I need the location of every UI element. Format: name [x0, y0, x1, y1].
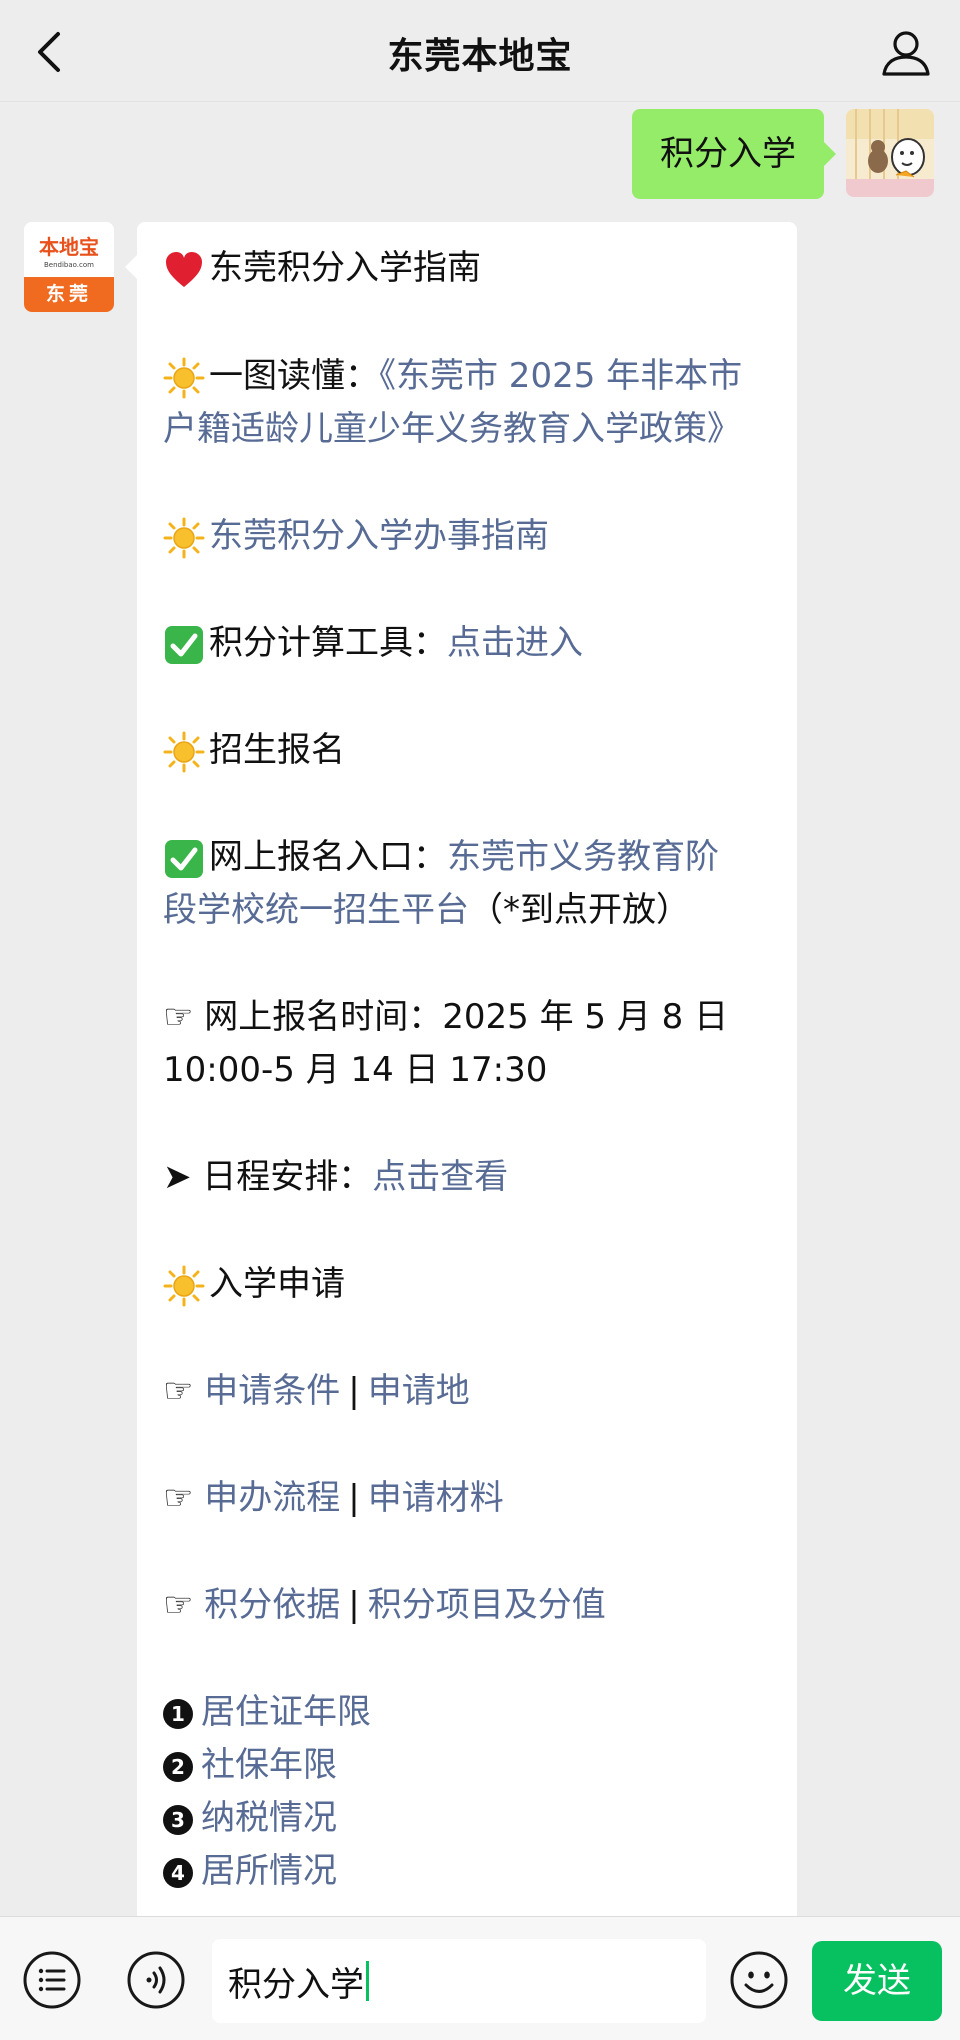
check-mark-icon [165, 625, 203, 664]
application-heading-line: 入学申请 [163, 1258, 345, 1311]
materials-link[interactable]: 申请材料 [368, 1478, 504, 1518]
heart-icon [166, 251, 202, 287]
number-badge: 4 [163, 1857, 193, 1888]
pointer-icon: ☞ [163, 1371, 205, 1411]
bot-avatar-city: 东莞 [24, 277, 114, 312]
emoji-icon[interactable] [729, 1950, 789, 2010]
pointer-icon: ☞ [163, 1585, 205, 1625]
enrollment-heading: 招生报名 [209, 730, 345, 770]
conditions-link[interactable]: 申请条件 [204, 1371, 340, 1411]
application-heading: 入学申请 [209, 1264, 345, 1304]
bot-avatar-domain: Bendibao.com [43, 261, 94, 269]
check-mark-icon [165, 839, 203, 878]
guide-line: 东莞积分入学办事指南 [163, 510, 549, 563]
number-badge: 3 [163, 1804, 193, 1835]
guide-link[interactable]: 东莞积分入学办事指南 [209, 516, 549, 556]
policy-link[interactable]: 《东莞市 2025 年非本市 [379, 356, 742, 396]
policy-prefix: 一图读懂： [209, 356, 379, 396]
points-items-link[interactable]: 积分项目及分值 [368, 1585, 606, 1625]
social-security-link[interactable]: 社保年限 [201, 1745, 337, 1785]
bot-avatar-logo: 本地宝 [39, 235, 99, 259]
residence-permit-link[interactable]: 居住证年限 [201, 1692, 371, 1732]
numbered-item-3: 3 纳税情况 [163, 1792, 337, 1845]
registration-time-line-2: 10:00-5 月 14 日 17:30 [163, 1050, 548, 1090]
separator: | [348, 1371, 360, 1411]
calculator-link[interactable]: 点击进入 [447, 623, 583, 663]
number-badge: 1 [163, 1698, 193, 1729]
incoming-message-bubble: 东莞积分入学指南 一图读懂：《东莞市 2025 年非本市 户籍适龄儿童少年义务教… [125, 222, 797, 1922]
chat-title: 东莞本地宝 [387, 36, 573, 77]
sun-icon [163, 357, 205, 398]
separator: | [348, 1585, 360, 1625]
voice-icon[interactable] [126, 1950, 186, 2010]
online-entry-note: （*到点开放） [469, 890, 690, 930]
policy-line-1: 一图读懂：《东莞市 2025 年非本市 [163, 350, 742, 403]
number-badge: 2 [163, 1751, 193, 1782]
message-heading-line: 东莞积分入学指南 [163, 242, 481, 295]
chat-header: 东莞本地宝 [0, 0, 960, 102]
text-caret [366, 1961, 369, 2001]
points-basis-link[interactable]: 积分依据 [204, 1585, 340, 1625]
application-place-link[interactable]: 申请地 [368, 1371, 470, 1411]
policy-link-continued[interactable]: 户籍适龄儿童少年义务教育入学政策》 [163, 409, 741, 449]
schedule-link[interactable]: 点击查看 [372, 1157, 508, 1197]
cartoon-avatar-icon [846, 109, 934, 197]
profile-icon[interactable] [878, 24, 934, 80]
schedule-line: ➤ 日程安排：点击查看 [163, 1151, 508, 1204]
policy-line-2: 户籍适龄儿童少年义务教育入学政策》 [163, 403, 741, 456]
send-button[interactable]: 发送 [812, 1941, 942, 2021]
bot-avatar-logo-area: 本地宝 Bendibao.com [24, 222, 114, 277]
process-link[interactable]: 申办流程 [204, 1478, 340, 1518]
online-entry-line-2: 段学校统一招生平台（*到点开放） [163, 884, 690, 937]
message-heading: 东莞积分入学指南 [209, 248, 481, 288]
calculator-line: 积分计算工具：点击进入 [163, 617, 583, 670]
sun-icon [163, 517, 205, 558]
input-bar: 积分入学 发送 [0, 1916, 960, 2040]
numbered-item-1: 1 居住证年限 [163, 1686, 371, 1739]
bot-avatar[interactable]: 本地宝 Bendibao.com 东莞 [24, 222, 114, 312]
registration-time-line-1: ☞ 网上报名时间：2025 年 5 月 8 日 [163, 997, 729, 1037]
separator: | [348, 1478, 360, 1518]
outgoing-message-text: 积分入学 [660, 134, 796, 174]
outgoing-message-bubble[interactable]: 积分入学 [632, 109, 836, 199]
message-input[interactable]: 积分入学 [212, 1939, 706, 2023]
enrollment-heading-line: 招生报名 [163, 724, 345, 777]
process-line: ☞ 申办流程 | 申请材料 [163, 1472, 504, 1525]
enrollment-platform-link[interactable]: 东莞市义务教育阶 [447, 837, 719, 877]
enrollment-platform-link-continued[interactable]: 段学校统一招生平台 [163, 890, 469, 930]
online-entry-line-1: 网上报名入口：东莞市义务教育阶 [163, 831, 719, 884]
schedule-prefix: ➤ 日程安排： [163, 1157, 373, 1197]
tax-link[interactable]: 纳税情况 [201, 1798, 337, 1838]
conditions-line: ☞ 申请条件 | 申请地 [163, 1365, 470, 1418]
residence-link[interactable]: 居所情况 [201, 1851, 337, 1891]
numbered-item-2: 2 社保年限 [163, 1739, 337, 1792]
message-input-value: 积分入学 [228, 1964, 364, 2005]
calculator-prefix: 积分计算工具： [209, 623, 447, 663]
my-avatar[interactable] [846, 109, 934, 197]
online-entry-prefix: 网上报名入口： [209, 837, 447, 877]
sun-icon [163, 1265, 205, 1306]
pointer-icon: ☞ [163, 1478, 205, 1518]
menu-list-icon[interactable] [22, 1950, 82, 2010]
sun-icon [163, 731, 205, 772]
points-line: ☞ 积分依据 | 积分项目及分值 [163, 1579, 606, 1632]
numbered-item-4: 4 居所情况 [163, 1845, 337, 1898]
